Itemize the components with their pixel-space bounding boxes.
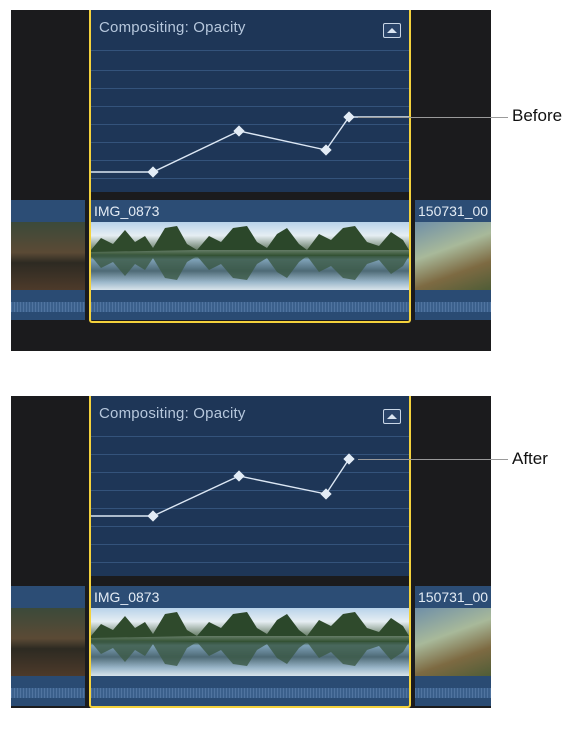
curve-line [91,458,350,517]
video-animation-editor[interactable]: Compositing: Opacity [91,396,409,576]
clip-thumbnail [415,222,491,290]
timeline-after: Compositing: Opacity IMG_0873 150731_00 [11,396,491,708]
opacity-curve[interactable] [91,10,409,192]
clip-thumbnail [415,608,491,676]
keyframe-point[interactable] [147,166,159,178]
thumbnail-landscape [91,226,409,280]
clip-thumbnail [11,222,85,290]
curve-line [91,116,409,173]
clip-next[interactable]: 150731_00 [415,586,491,706]
keyframe-point[interactable] [147,510,159,522]
clip-name: 150731_00 [418,203,489,219]
audio-waveform [91,676,409,706]
audio-waveform [11,676,85,706]
audio-waveform [91,290,409,320]
keyframe-point[interactable] [343,453,355,465]
clip-selected[interactable]: IMG_0873 [91,200,409,320]
clip-name: 150731_00 [418,589,489,605]
audio-waveform [415,676,491,706]
clip-thumbnail [11,608,85,676]
keyframe-point[interactable] [343,111,355,123]
thumbnail-landscape [91,612,409,666]
clip-selected[interactable]: IMG_0873 [91,586,409,706]
callout-line-before [358,117,508,118]
callout-before: Before [512,106,563,125]
callout-line-after [358,459,508,460]
keyframe-point[interactable] [233,470,245,482]
callout-after: After [512,449,548,468]
audio-waveform [11,290,85,320]
clip-row: IMG_0873 150731_00 [11,200,491,320]
audio-waveform [415,290,491,320]
keyframe-point[interactable] [320,488,332,500]
clip-previous[interactable] [11,586,87,706]
keyframe-point[interactable] [233,125,245,137]
video-animation-editor[interactable]: Compositing: Opacity [91,10,409,192]
clip-row: IMG_0873 150731_00 [11,586,491,706]
timeline-before: Compositing: Opacity IMG_0873 150731_00 [11,10,491,351]
clip-previous[interactable] [11,200,87,320]
opacity-curve[interactable] [91,396,409,576]
clip-name: IMG_0873 [94,203,160,219]
keyframe-point[interactable] [320,144,332,156]
clip-next[interactable]: 150731_00 [415,200,491,320]
clip-name: IMG_0873 [94,589,160,605]
